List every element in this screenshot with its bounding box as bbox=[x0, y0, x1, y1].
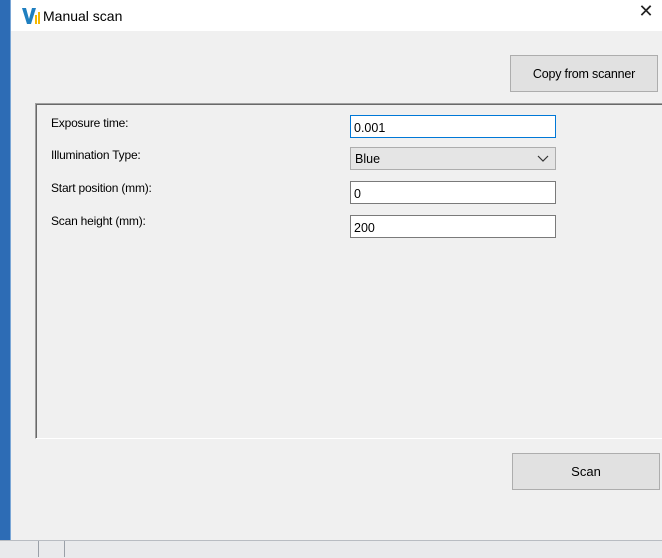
start-position-input[interactable] bbox=[350, 181, 556, 204]
close-icon: ✕ bbox=[638, 0, 654, 21]
copy-from-scanner-button[interactable]: Copy from scanner bbox=[510, 55, 658, 92]
scan-button[interactable]: Scan bbox=[512, 453, 660, 490]
taskbar-divider bbox=[38, 541, 39, 557]
close-button[interactable]: ✕ bbox=[630, 0, 662, 22]
taskbar-divider bbox=[64, 541, 65, 557]
title-bar[interactable]: Manual scan ✕ bbox=[11, 0, 662, 31]
panel-border bbox=[36, 104, 37, 438]
illumination-type-select[interactable]: Blue bbox=[350, 147, 556, 170]
exposure-time-label: Exposure time: bbox=[51, 116, 129, 130]
illumination-type-label: Illumination Type: bbox=[51, 148, 141, 162]
start-position-label: Start position (mm): bbox=[51, 181, 152, 195]
parent-window-edge bbox=[0, 0, 10, 540]
manual-scan-dialog: Manual scan ✕ Copy from scanner Exposure… bbox=[10, 0, 662, 540]
chevron-down-icon bbox=[537, 155, 549, 162]
taskbar-strip bbox=[0, 540, 662, 558]
window-title: Manual scan bbox=[43, 8, 123, 24]
scan-height-input[interactable] bbox=[350, 215, 556, 238]
illumination-selected-value: Blue bbox=[355, 152, 381, 166]
exposure-time-input[interactable] bbox=[350, 115, 556, 138]
scan-height-label: Scan height (mm): bbox=[51, 214, 146, 228]
panel-border bbox=[36, 104, 662, 105]
app-logo-icon bbox=[22, 8, 40, 24]
